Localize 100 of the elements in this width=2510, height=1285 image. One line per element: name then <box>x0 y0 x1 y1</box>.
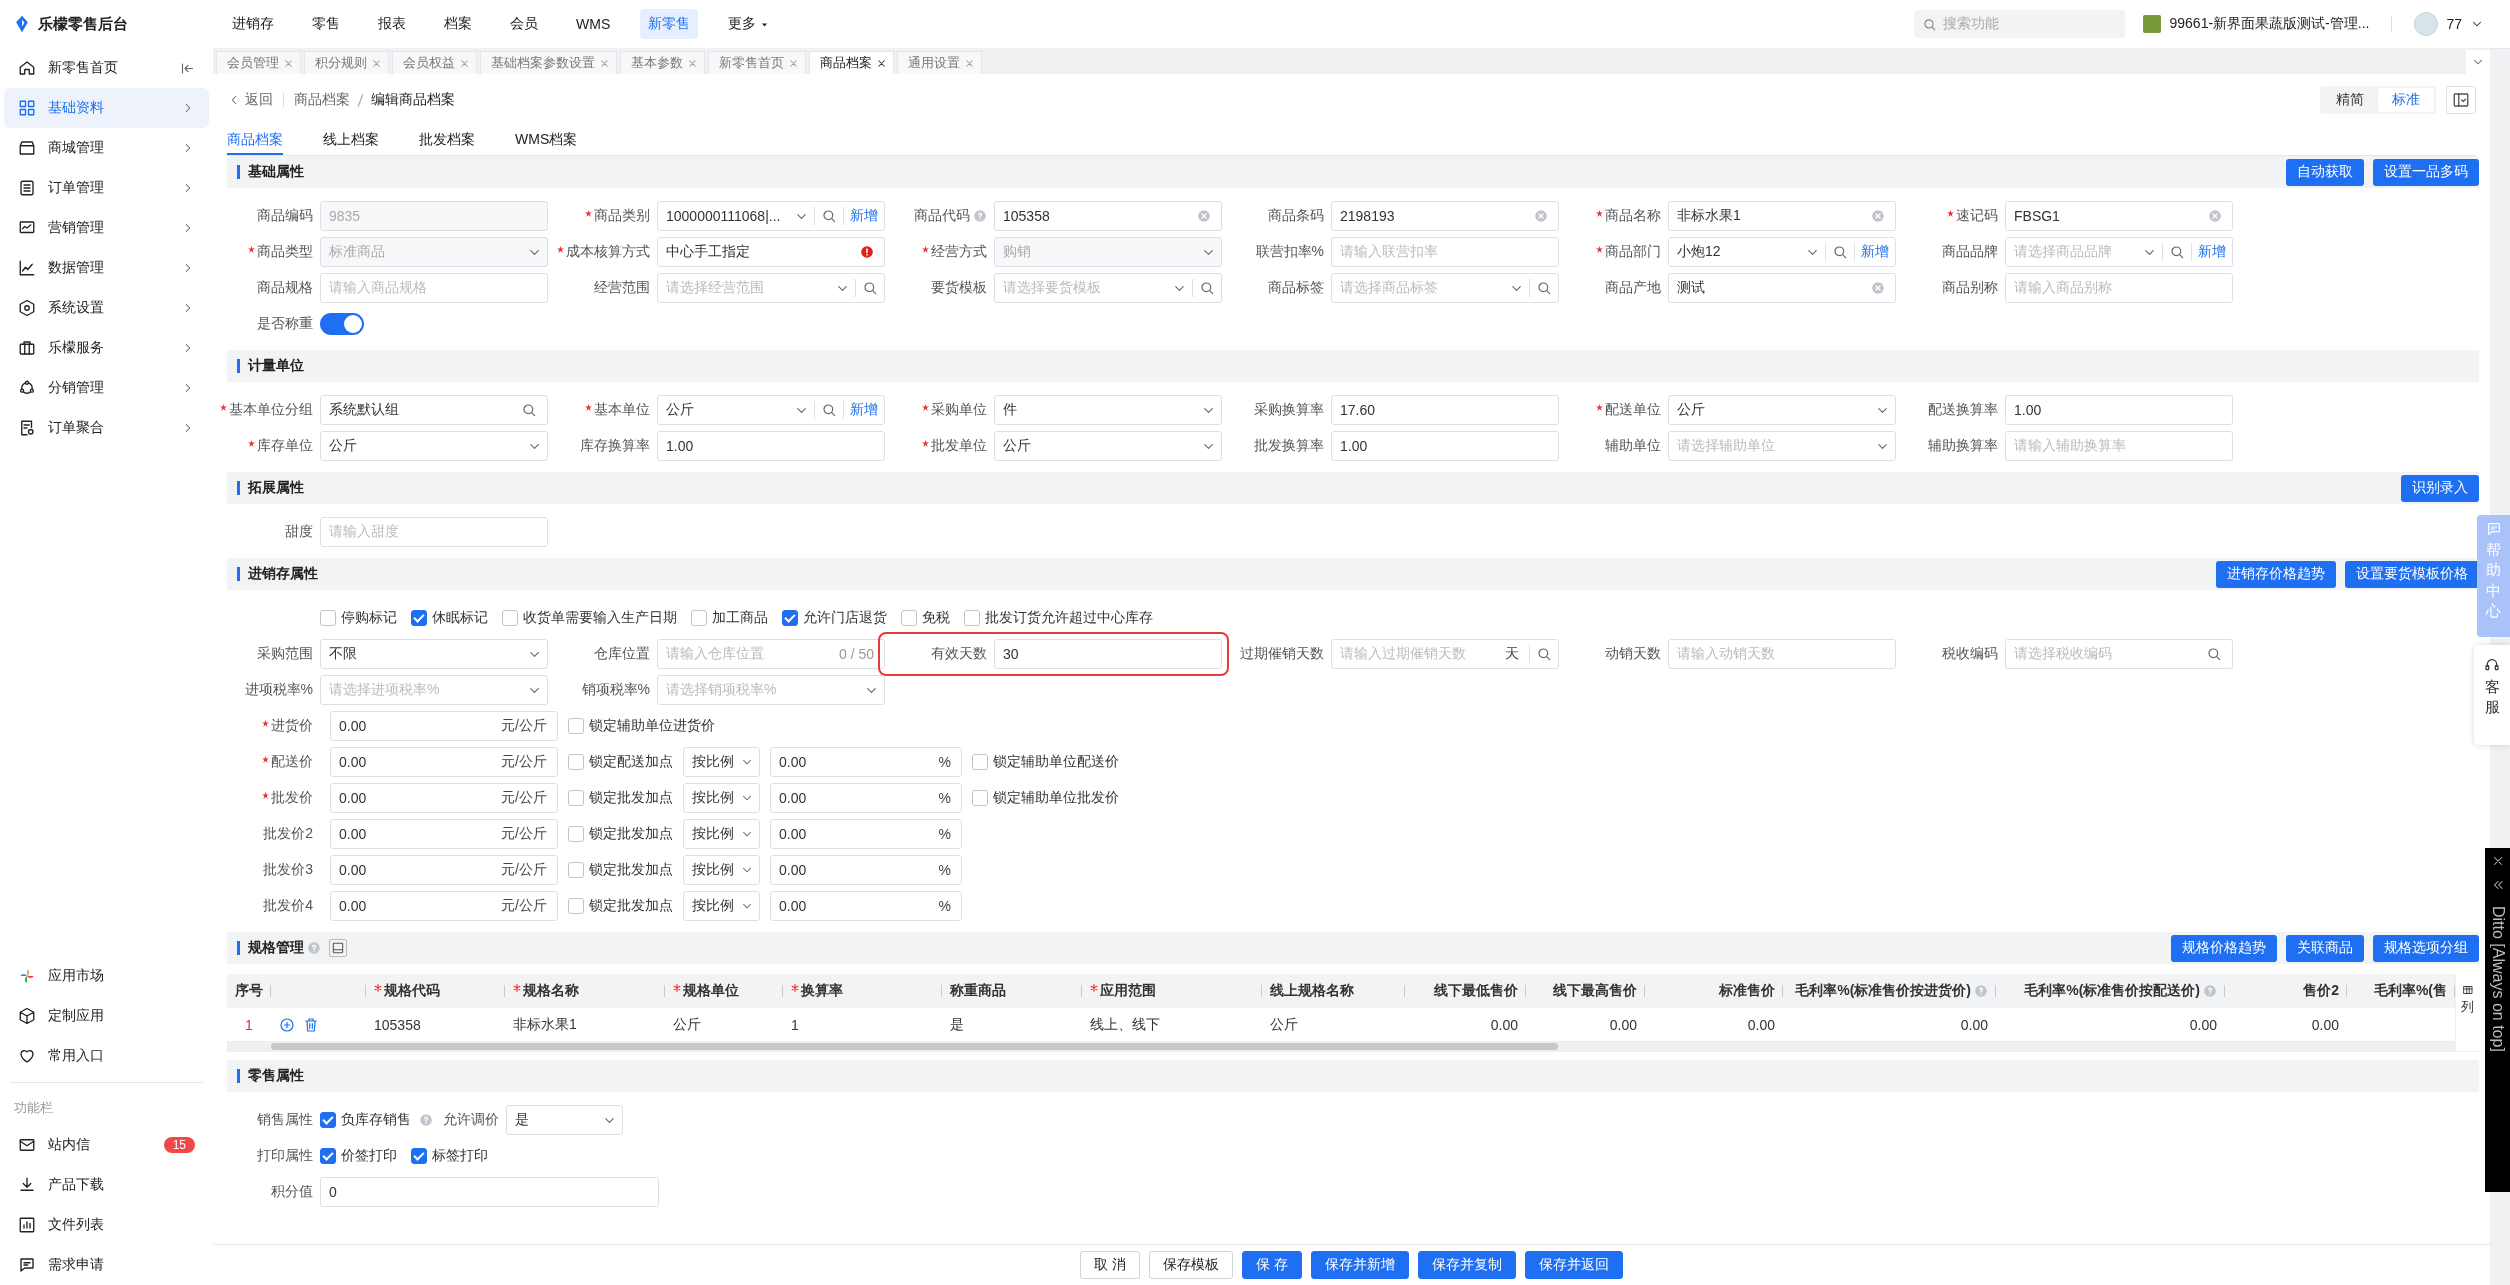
text-field[interactable]: 1.00 <box>1331 431 1559 461</box>
checkbox-label[interactable]: 标签打印 <box>432 1147 488 1165</box>
page-tab[interactable]: 基础档案参数设置 <box>480 51 617 74</box>
footer-button[interactable]: 保存并新增 <box>1310 1251 1409 1279</box>
toggle-switch[interactable] <box>320 313 364 335</box>
checkbox-label[interactable]: 锁定批发加点 <box>589 789 673 807</box>
layout-button[interactable] <box>2446 86 2476 114</box>
price-field[interactable]: 0.00 元/公斤 <box>330 711 558 741</box>
text-field[interactable]: 测试 <box>1668 273 1896 303</box>
page-tab[interactable]: 会员权益 <box>392 51 477 74</box>
action-button[interactable]: 设置一品多码 <box>2373 158 2479 186</box>
tab-list-button[interactable] <box>2466 50 2490 74</box>
checkbox[interactable] <box>782 610 798 626</box>
text-field[interactable]: 1.00 <box>2005 395 2233 425</box>
select-field[interactable]: 公斤 <box>320 431 548 461</box>
select-field[interactable]: 按比例 <box>683 891 760 921</box>
search-icon[interactable] <box>2206 646 2222 662</box>
checkbox-label[interactable]: 批发订货允许超过中心库存 <box>985 609 1153 627</box>
sidebar-item[interactable]: 新零售首页 <box>4 48 209 88</box>
checkbox-label[interactable]: 停购标记 <box>341 609 397 627</box>
select-field[interactable]: 是 <box>506 1105 623 1135</box>
checkbox-label[interactable]: 负库存销售 <box>341 1111 411 1129</box>
page-tab[interactable]: 商品档案 <box>809 51 894 74</box>
select-field[interactable]: 不限 <box>320 639 548 669</box>
price-field[interactable]: 0.00 元/公斤 <box>330 891 558 921</box>
sidebar-item[interactable]: 系统设置 <box>4 288 209 328</box>
clear-icon[interactable] <box>1534 209 1548 223</box>
sub-tab[interactable]: WMS档案 <box>515 126 578 155</box>
close-icon[interactable] <box>876 57 887 69</box>
select-field[interactable]: 公斤 <box>1668 395 1896 425</box>
checkbox[interactable] <box>411 1148 427 1164</box>
sidebar-item[interactable]: 乐檬服务 <box>4 328 209 368</box>
text-field[interactable]: 0.00 % <box>770 783 962 813</box>
sidebar-item[interactable]: 订单聚合 <box>4 408 209 448</box>
footer-button[interactable]: 保存并复制 <box>1417 1251 1516 1279</box>
checkbox[interactable] <box>320 1112 336 1128</box>
add-link[interactable]: 新增 <box>844 401 884 419</box>
select-field[interactable]: 公斤 新增 <box>657 395 885 425</box>
checkbox[interactable] <box>320 610 336 626</box>
sidebar-item[interactable]: 分销管理 <box>4 368 209 408</box>
checkbox[interactable] <box>691 610 707 626</box>
user-name[interactable]: 77 <box>2446 16 2462 32</box>
add-link[interactable]: 新增 <box>2192 243 2232 261</box>
sidebar-item[interactable]: 商城管理 <box>4 128 209 168</box>
clear-icon[interactable] <box>1197 209 1211 223</box>
select-field[interactable]: 按比例 <box>683 783 760 813</box>
select-field[interactable]: 1000000111068|... 新增 <box>657 201 885 231</box>
action-button[interactable]: 进销存价格趋势 <box>2216 560 2336 588</box>
clear-icon[interactable] <box>2208 209 2222 223</box>
store-name[interactable]: 99661-新界面果蔬版测试-管理... <box>2169 15 2370 33</box>
footer-button[interactable]: 保存模板 <box>1149 1251 1233 1279</box>
search-icon[interactable] <box>1536 280 1552 296</box>
checkbox-label[interactable]: 锁定配送加点 <box>589 753 673 771</box>
sidebar-item[interactable]: 应用市场 <box>4 956 209 996</box>
text-field[interactable]: 17.60 <box>1331 395 1559 425</box>
search-icon[interactable] <box>1199 280 1215 296</box>
checkbox-label[interactable]: 休眠标记 <box>432 609 488 627</box>
collapse-icon[interactable] <box>180 60 195 76</box>
sidebar-item[interactable]: 数据管理 <box>4 248 209 288</box>
search-icon[interactable] <box>821 208 837 224</box>
search-icon[interactable] <box>2169 244 2185 260</box>
action-button[interactable]: 自动获取 <box>2286 158 2364 186</box>
checkbox[interactable] <box>964 610 980 626</box>
checkbox[interactable] <box>972 754 988 770</box>
nav-item[interactable]: 会员 <box>502 9 546 39</box>
clear-icon[interactable] <box>1871 209 1885 223</box>
clear-icon[interactable] <box>1871 281 1885 295</box>
search-icon[interactable] <box>1536 646 1552 662</box>
nav-item[interactable]: 零售 <box>304 9 348 39</box>
checkbox-label[interactable]: 锁定辅助单位批发价 <box>993 789 1119 807</box>
checkbox[interactable] <box>568 898 584 914</box>
checkbox[interactable] <box>972 790 988 806</box>
checkbox-label[interactable]: 锁定批发加点 <box>589 825 673 843</box>
nav-item[interactable]: 报表 <box>370 9 414 39</box>
text-field[interactable]: 0 <box>320 1177 659 1207</box>
avatar[interactable] <box>2414 12 2439 36</box>
price-field[interactable]: 0.00 元/公斤 <box>330 819 558 849</box>
select-field[interactable]: 按比例 <box>683 819 760 849</box>
text-field[interactable]: 中心手工指定 <box>657 237 885 267</box>
nav-item[interactable]: 进销存 <box>224 9 282 39</box>
search-icon[interactable] <box>1832 244 1848 260</box>
price-field[interactable]: 0.00 元/公斤 <box>330 855 558 885</box>
text-field[interactable]: 0.00 % <box>770 891 962 921</box>
select-field[interactable]: 按比例 <box>683 747 760 777</box>
text-field[interactable]: 1.00 <box>657 431 885 461</box>
select-field[interactable]: 件 <box>994 395 1222 425</box>
action-button[interactable]: 规格选项分组 <box>2373 934 2479 962</box>
sub-tab[interactable]: 线上档案 <box>323 126 379 155</box>
breadcrumb-link[interactable]: 商品档案 <box>294 91 350 109</box>
add-circle-icon[interactable] <box>279 1016 295 1033</box>
checkbox[interactable] <box>901 610 917 626</box>
text-field[interactable]: 105358 <box>994 201 1222 231</box>
checkbox[interactable] <box>568 754 584 770</box>
checkbox-label[interactable]: 免税 <box>922 609 950 627</box>
nav-item[interactable]: 档案 <box>436 9 480 39</box>
text-field[interactable]: 0.00 % <box>770 747 962 777</box>
checkbox-label[interactable]: 允许门店退货 <box>803 609 887 627</box>
checkbox[interactable] <box>568 826 584 842</box>
text-field[interactable]: 0.00 % <box>770 855 962 885</box>
action-button[interactable]: 设置要货模板价格 <box>2345 560 2479 588</box>
